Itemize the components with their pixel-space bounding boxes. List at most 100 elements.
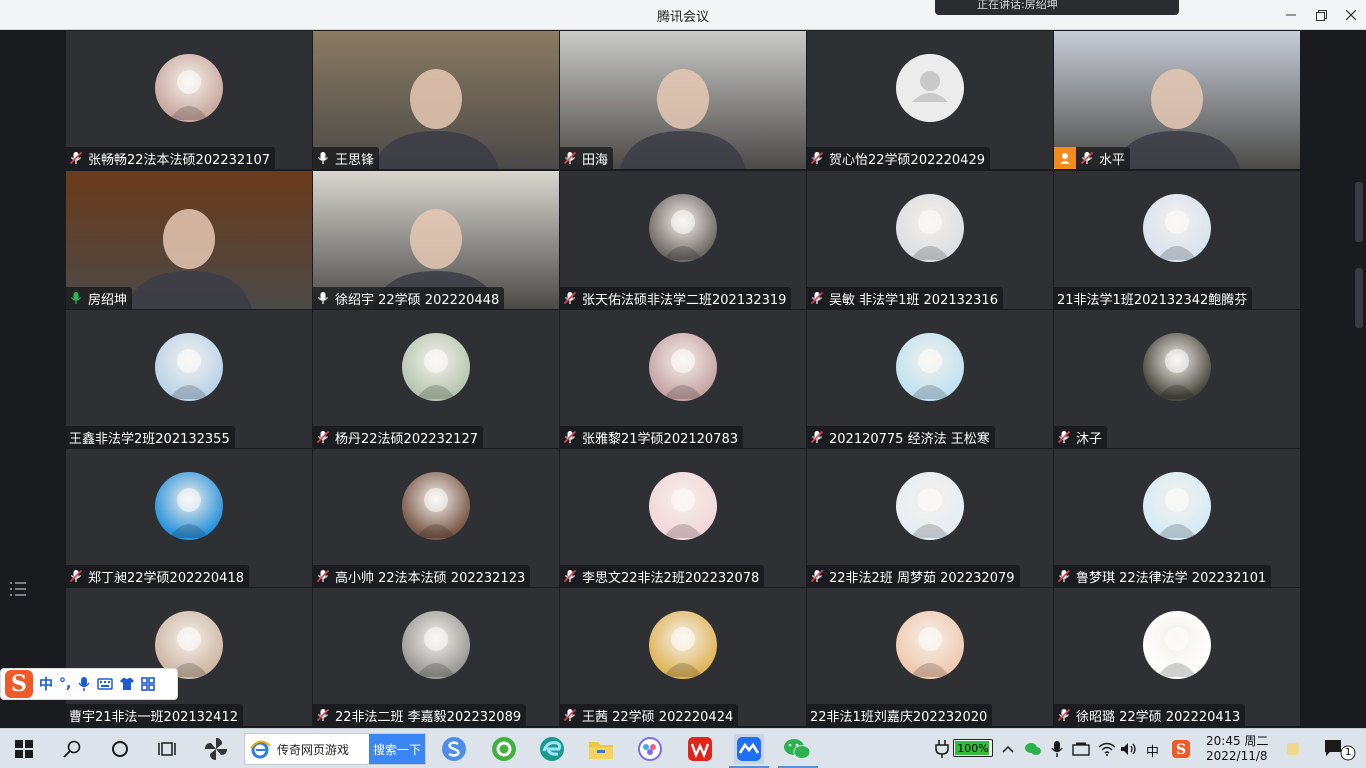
participant-name: 鲁梦琪 22法律法学 202232101 — [1076, 570, 1267, 586]
avatar-figure-icon — [416, 627, 456, 677]
participant-tile[interactable]: 郑丁昶22学硕202220418 — [66, 449, 312, 587]
notification-center-button[interactable]: 1 — [1322, 735, 1356, 763]
ime-voice-icon[interactable] — [77, 676, 91, 692]
default-avatar — [896, 54, 964, 122]
participant-tile[interactable]: 21非法学1班202132342鲍腾芬 — [1054, 171, 1300, 309]
participant-nameplate: 吴敏 非法学1班 202132316 — [807, 287, 1003, 309]
close-window-button[interactable] — [1336, 0, 1366, 30]
title-bar: 腾讯会议 正在讲话:房绍坤 — [0, 0, 1366, 30]
participant-nameplate: 高小帅 22法本法硕 202232123 — [313, 565, 531, 587]
participant-tile[interactable]: 22非法2班 周梦茹 202232079 — [807, 449, 1053, 587]
participant-tile[interactable]: 202120775 经济法 王松寒 — [807, 310, 1053, 448]
participant-nameplate: 张雅黎21学硕202120783 — [560, 426, 743, 448]
clock-date[interactable]: 2022/11/8 — [1206, 749, 1268, 763]
participant-tile[interactable]: 高小帅 22法本法硕 202232123 — [313, 449, 559, 587]
minimize-button[interactable] — [1276, 0, 1306, 30]
ime-keyboard-icon[interactable] — [97, 677, 114, 691]
participant-tile[interactable]: 田海 — [560, 31, 806, 169]
windows-icon — [15, 740, 33, 758]
ime-toolbox-icon[interactable] — [141, 677, 156, 691]
notification-count: 1 — [1345, 747, 1352, 758]
green-browser-button[interactable] — [490, 735, 518, 763]
input-method-indicator[interactable]: 中 — [1146, 741, 1159, 760]
tray-mic-icon[interactable] — [1046, 735, 1068, 763]
tray-device-icon[interactable] — [1070, 735, 1092, 763]
volume-icon[interactable] — [1118, 735, 1140, 763]
participant-tile[interactable]: 张畅畅22法本法硕202232107 — [66, 31, 312, 169]
pinwheel-app-button[interactable] — [202, 735, 230, 763]
power-plug-icon[interactable] — [932, 735, 952, 763]
browser-app-button[interactable] — [440, 735, 468, 763]
participant-tile[interactable]: 王鑫非法学2班202132355 — [66, 310, 312, 448]
participant-tile[interactable]: 张天佑法硕非法学二班202132319 — [560, 171, 806, 309]
search-button[interactable] — [58, 735, 86, 763]
restore-button[interactable] — [1306, 0, 1336, 30]
ime-toolbar[interactable]: S 中 °, — [0, 668, 178, 700]
participant-tile[interactable]: 李思文22非法2班202232078 — [560, 449, 806, 587]
participant-tile[interactable]: 鲁梦琪 22法律法学 202232101 — [1054, 449, 1300, 587]
participant-nameplate: 鲁梦琪 22法律法学 202232101 — [1054, 565, 1272, 587]
tencent-meeting-button[interactable] — [734, 734, 764, 764]
cortana-button[interactable] — [106, 735, 134, 763]
side-level-indicator — [1355, 268, 1363, 328]
avatar-figure-icon — [910, 488, 950, 538]
ime-punct[interactable]: °, — [59, 676, 71, 692]
participant-name: 杨丹22法硕202232127 — [335, 431, 478, 447]
ime-skin-icon[interactable] — [119, 677, 135, 691]
participant-name: 王鑫非法学2班202132355 — [69, 431, 230, 447]
participant-nameplate: 王茜 22学硕 202220424 — [560, 704, 739, 726]
participant-avatar — [402, 472, 470, 540]
mic-muted-icon — [1057, 708, 1071, 722]
wifi-icon[interactable] — [1096, 735, 1118, 763]
mic-muted-icon — [563, 291, 577, 305]
show-desktop-icon[interactable] — [1282, 735, 1304, 763]
browser-s-icon — [442, 737, 466, 761]
search-go-button[interactable]: 搜索一下 — [369, 734, 425, 764]
participant-name: 郑丁昶22学硕202220418 — [88, 570, 244, 586]
participant-tile[interactable]: 曹宇21非法一班202132412 — [66, 588, 312, 726]
tray-wechat-icon[interactable] — [1022, 735, 1044, 763]
video-grid: 张畅畅22法本法硕202232107 王思锋 田海 贺心怡22学硕202220429 水… — [0, 31, 1366, 728]
avatar-figure-icon — [663, 627, 703, 677]
participant-tile[interactable]: 贺心怡22学硕202220429 — [807, 31, 1053, 169]
edge-button[interactable] — [538, 735, 566, 763]
circle-icon — [112, 741, 128, 757]
participant-tile[interactable]: 22非法1班刘嘉庆202232020 — [807, 588, 1053, 726]
mic-on-icon — [318, 292, 328, 304]
participant-tile[interactable]: 水平 — [1054, 31, 1300, 169]
participant-tile[interactable]: 22非法二班 李嘉毅202232089 — [313, 588, 559, 726]
clock-time[interactable]: 20:45 周二 — [1206, 732, 1268, 749]
battery-indicator[interactable]: 100% — [953, 739, 993, 757]
participant-tile[interactable]: 张雅黎21学硕202120783 — [560, 310, 806, 448]
participant-tile[interactable]: 沐子 — [1054, 310, 1300, 448]
participant-tile[interactable]: 徐昭璐 22学硕 202220413 — [1054, 588, 1300, 726]
participant-tile[interactable]: 杨丹22法硕202232127 — [313, 310, 559, 448]
folder-icon — [589, 742, 613, 759]
mic-muted-icon — [810, 569, 824, 583]
wps-button[interactable] — [686, 735, 714, 763]
start-button[interactable] — [10, 735, 38, 763]
participant-tile[interactable]: 王思锋 — [313, 31, 559, 169]
avatar-figure-icon — [910, 210, 950, 260]
participant-tile[interactable]: 王茜 22学硕 202220424 — [560, 588, 806, 726]
app-cube-button[interactable] — [636, 735, 664, 763]
participant-name: 贺心怡22学硕202220429 — [829, 152, 985, 168]
mic-muted-icon — [810, 430, 824, 444]
file-explorer-button[interactable] — [587, 735, 615, 763]
participant-list-toggle[interactable] — [8, 580, 28, 598]
taskbar-search-box[interactable]: 传奇网页游戏 搜索一下 — [244, 733, 426, 765]
task-view-button[interactable] — [154, 735, 182, 763]
participant-tile[interactable]: 徐绍宇 22学硕 202220448 — [313, 171, 559, 309]
participant-tile[interactable]: 房绍坤 — [66, 171, 312, 309]
wechat-button[interactable] — [783, 735, 811, 763]
mic-muted-icon — [563, 569, 577, 583]
mic-muted-icon — [1057, 430, 1071, 444]
mic-muted-icon — [563, 708, 577, 722]
avatar-figure-icon — [1157, 349, 1197, 399]
restore-icon — [1315, 9, 1327, 21]
mic-muted-icon — [563, 430, 577, 444]
tray-expand-button[interactable] — [998, 735, 1018, 763]
participant-tile[interactable]: 吴敏 非法学1班 202132316 — [807, 171, 1053, 309]
ime-mode[interactable]: 中 — [39, 674, 53, 694]
tray-sogou-icon[interactable]: S — [1170, 735, 1192, 763]
